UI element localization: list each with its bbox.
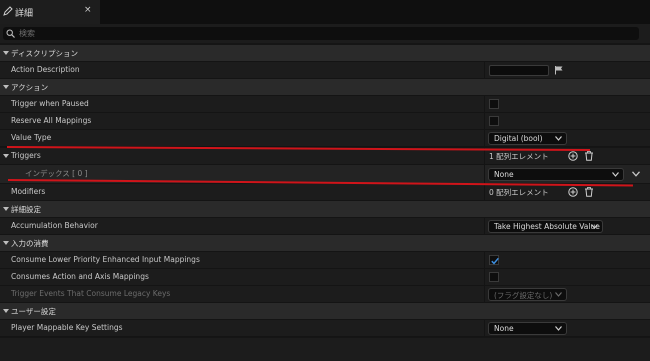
section-description[interactable]: ディスクリプション xyxy=(0,45,650,62)
search-bar: 検索 xyxy=(0,24,650,43)
column-divider[interactable] xyxy=(484,218,485,235)
property-row-accumulation-behavior: Accumulation Behavior Take Highest Absol… xyxy=(0,218,650,235)
dropdown-value: None xyxy=(494,324,514,333)
section-title: ユーザー設定 xyxy=(11,307,56,316)
property-label: Action Description xyxy=(11,65,80,74)
checkmark-icon xyxy=(491,257,499,265)
property-row-trigger-events-legacy: Trigger Events That Consume Legacy Keys … xyxy=(0,286,650,303)
column-divider[interactable] xyxy=(484,113,485,130)
section-user-settings[interactable]: ユーザー設定 xyxy=(0,303,650,320)
property-row-action-description: Action Description xyxy=(0,62,650,79)
pencil-icon xyxy=(3,6,13,16)
section-title: アクション xyxy=(11,83,49,92)
section-advanced[interactable]: 詳細設定 xyxy=(0,201,650,218)
column-divider[interactable] xyxy=(484,286,485,303)
property-row-player-mappable: Player Mappable Key Settings None xyxy=(0,320,650,337)
collapse-arrow-icon[interactable] xyxy=(3,85,9,89)
details-tab[interactable]: 詳細 × xyxy=(0,0,100,24)
property-row-modifiers: Modifiers 0 配列エレメント xyxy=(0,184,650,201)
action-description-input[interactable] xyxy=(489,65,549,76)
column-divider[interactable] xyxy=(484,269,485,286)
collapse-arrow-icon[interactable] xyxy=(3,241,9,245)
chevron-down-icon xyxy=(591,224,598,229)
collapse-arrow-icon[interactable] xyxy=(3,309,9,313)
column-divider[interactable] xyxy=(484,62,485,79)
column-divider[interactable] xyxy=(484,148,485,165)
trigger-events-dropdown[interactable]: (フラグ設定なし) xyxy=(488,288,567,301)
trash-icon[interactable] xyxy=(584,187,594,197)
column-divider[interactable] xyxy=(484,96,485,113)
property-label: Consumes Action and Axis Mappings xyxy=(11,272,149,281)
dropdown-value: Take Highest Absolute Value xyxy=(494,222,600,231)
tab-title: 詳細 xyxy=(15,9,34,19)
property-label: Reserve All Mappings xyxy=(11,116,92,125)
search-icon xyxy=(6,29,15,38)
trash-icon[interactable] xyxy=(584,151,594,161)
property-label: Trigger Events That Consume Legacy Keys xyxy=(11,289,171,298)
chevron-down-icon xyxy=(555,136,562,141)
trigger-index-dropdown[interactable]: None xyxy=(488,168,624,181)
property-label: Trigger when Paused xyxy=(11,99,89,108)
property-label: Player Mappable Key Settings xyxy=(11,323,123,332)
property-label: Value Type xyxy=(11,133,52,142)
collapse-arrow-icon[interactable] xyxy=(3,154,9,158)
column-divider[interactable] xyxy=(484,165,485,184)
reserve-all-mappings-checkbox[interactable] xyxy=(489,116,499,126)
property-label: Modifiers xyxy=(11,187,46,196)
collapse-arrow-icon[interactable] xyxy=(3,51,9,55)
dropdown-value: (フラグ設定なし) xyxy=(494,291,553,300)
property-row-consume-lower-priority: Consume Lower Priority Enhanced Input Ma… xyxy=(0,252,650,269)
consumes-action-axis-checkbox[interactable] xyxy=(489,272,499,282)
property-row-reserve-all-mappings: Reserve All Mappings xyxy=(0,113,650,130)
section-title: 詳細設定 xyxy=(11,205,41,214)
chevron-down-icon xyxy=(555,326,562,331)
column-divider[interactable] xyxy=(484,252,485,269)
close-tab-icon[interactable]: × xyxy=(84,5,92,15)
section-title: 入力の消費 xyxy=(11,239,49,248)
localization-flag-icon[interactable] xyxy=(554,65,564,75)
column-divider[interactable] xyxy=(484,320,485,337)
trigger-when-paused-checkbox[interactable] xyxy=(489,99,499,109)
add-element-icon[interactable] xyxy=(568,151,578,161)
player-mappable-dropdown[interactable]: None xyxy=(488,322,567,335)
tab-bar: 詳細 × xyxy=(0,0,650,24)
collapse-arrow-icon[interactable] xyxy=(3,207,9,211)
property-row-value-type: Value Type Digital (bool) xyxy=(0,130,650,147)
property-row-consumes-action-axis: Consumes Action and Axis Mappings xyxy=(0,269,650,286)
dropdown-value: None xyxy=(494,170,514,179)
property-label: Triggers xyxy=(11,151,41,160)
expand-chevron-icon[interactable] xyxy=(632,171,640,177)
chevron-down-icon xyxy=(555,292,562,297)
array-count: 1 配列エレメント xyxy=(489,152,549,161)
property-row-trigger-when-paused: Trigger when Paused xyxy=(0,96,650,113)
consume-lower-priority-checkbox[interactable] xyxy=(489,255,499,265)
dropdown-value: Digital (bool) xyxy=(494,134,543,143)
search-placeholder: 検索 xyxy=(19,29,35,38)
value-type-dropdown[interactable]: Digital (bool) xyxy=(488,132,567,145)
property-label: Accumulation Behavior xyxy=(11,221,98,230)
section-title: ディスクリプション xyxy=(11,49,78,58)
index-label: インデックス [ 0 ] xyxy=(25,169,88,178)
accumulation-behavior-dropdown[interactable]: Take Highest Absolute Value xyxy=(488,220,603,233)
empty-panel-area xyxy=(0,338,650,361)
array-count: 0 配列エレメント xyxy=(489,188,549,197)
add-element-icon[interactable] xyxy=(568,187,578,197)
section-input-consumption[interactable]: 入力の消費 xyxy=(0,235,650,252)
property-label: Consume Lower Priority Enhanced Input Ma… xyxy=(11,255,200,264)
column-divider[interactable] xyxy=(484,130,485,147)
section-action[interactable]: アクション xyxy=(0,79,650,96)
column-divider[interactable] xyxy=(484,184,485,201)
chevron-down-icon xyxy=(612,172,619,177)
search-input[interactable]: 検索 xyxy=(3,27,639,40)
